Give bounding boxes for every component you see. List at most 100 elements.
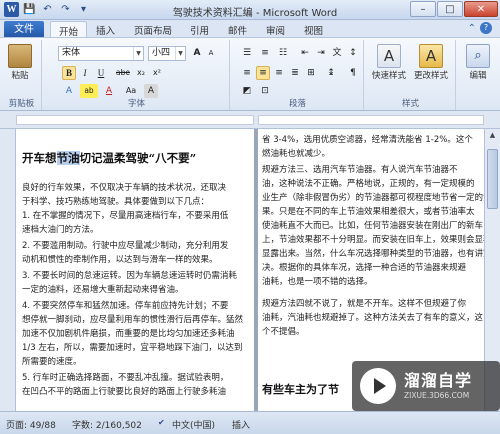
insert-mode-status[interactable]: 插入 [232,418,250,431]
tab-page-layout[interactable]: 页面布局 [134,23,172,37]
paragraph-group-label: 段落 [288,99,306,109]
tab-insert[interactable]: 插入 [96,23,115,37]
vertical-ruler[interactable] [0,129,16,411]
document-heading[interactable]: 开车想节油切记温柔驾驶“八不要” [22,150,196,166]
highlight-button[interactable]: ab [80,84,98,98]
font-group: 宋体 ▼ 小四 ▼ A A B I U abe x₂ x² A ab A Aa … [44,40,230,110]
italic-button[interactable]: I [78,66,92,80]
align-center-icon[interactable]: ≡ [256,66,270,80]
paragraph-line: 想停就一脚刹动，应尽量利用车的惯性滑行后再停车。猛然 [22,315,244,325]
text-effects-button[interactable]: A [62,84,76,98]
window-controls: – □ ✕ [410,1,498,17]
find-icon: ⌕ [466,44,490,68]
scroll-thumb[interactable] [487,149,498,209]
page-count[interactable]: 页面: 49/88 [6,418,56,431]
editing-button[interactable]: ⌕ 编辑 [466,44,490,81]
strikethrough-button[interactable]: abe [114,66,132,80]
line-spacing-icon[interactable]: ↨ [324,66,338,80]
chevron-down-icon: ▼ [133,47,143,60]
tab-mailings[interactable]: 邮件 [228,23,247,37]
document-page-left[interactable]: 开车想节油切记温柔驾驶“八不要” 良好的行车效果，不仅取决于车辆的技术状况，还取… [16,129,254,411]
borders-icon[interactable]: ⊡ [258,84,272,98]
font-name-combo[interactable]: 宋体 ▼ [58,46,144,61]
increase-indent-icon[interactable]: ⇥ [314,46,328,60]
word-window: W 💾 ↶ ↷ ▾ 驾驶技术资料汇编 - Microsoft Word – □ … [0,0,500,434]
watermark-subtitle: ZIXUE.3D66.COM [404,391,470,400]
paste-icon [8,44,32,68]
horizontal-ruler[interactable] [0,111,500,129]
tab-references[interactable]: 引用 [190,23,209,37]
selected-text[interactable]: 节油 [56,151,80,165]
align-left-icon[interactable]: ≡ [240,66,254,80]
multilevel-list-icon[interactable]: ☷ [276,46,290,60]
paragraph-line: 1/3 左右，所以，需要加速时，宜平稳地踩下油门，以达到 [22,343,243,353]
paragraph-line: 5. 行车时正确选择路面，不要乱冲乱撞。据试验表明， [22,373,229,383]
title-bar: W 💾 ↶ ↷ ▾ 驾驶技术资料汇编 - Microsoft Word – □ … [0,0,500,20]
paragraph-line: 决。根据你的具体车况，选择一种合适的节油器来规避 [262,263,467,273]
quick-access-toolbar: W 💾 ↶ ↷ ▾ [4,2,91,17]
minimize-ribbon-icon[interactable]: ⌃ [468,23,476,34]
tab-view[interactable]: 视图 [304,23,323,37]
shrink-font-icon[interactable]: A [204,46,218,60]
shading-icon[interactable]: ◩ [240,84,254,98]
justify-icon[interactable]: ≣ [288,66,302,80]
chinese-layout-icon[interactable]: 文 [330,46,344,60]
bullets-icon[interactable]: ☰ [240,46,254,60]
paragraph-group: ☰ ≡ ☷ ⇤ ⇥ 文 ↕ ≡ ≡ ≡ ≣ ⊞ ↨ ◩ ⊡ ¶ 段落 [232,40,364,110]
paragraph-line: 使油耗直不大而已。比如，任何节油器安装在刚出厂的新车 [262,221,484,231]
paragraph-line: 燃油耗也就减少。 [262,149,331,159]
change-case-button[interactable]: Aa [122,84,140,98]
save-icon[interactable]: 💾 [22,2,37,17]
status-bar: 页面: 49/88 字数: 2/160,502 ✔ 中文(中国) 插入 [0,411,500,434]
paragraph-line: 2. 不要滥用制动。行驶中应尽量减少制动，充分利用发 [22,241,229,251]
scroll-up-icon[interactable]: ▲ [487,131,498,143]
editing-label: 编辑 [469,71,487,81]
paragraph-line: 规避方法三、选用汽车节油器。有人说汽车节油器不 [262,165,458,175]
close-button[interactable]: ✕ [464,1,498,17]
quick-styles-button[interactable]: A 快速样式 [372,44,406,81]
align-right-icon[interactable]: ≡ [272,66,286,80]
watermark-logo: 溜溜自学 ZIXUE.3D66.COM [352,361,500,411]
quick-styles-icon: A [377,44,401,68]
paragraph-line: 良好的行车效果，不仅取决于车辆的技术状况，还取决 [22,183,227,193]
help-icon[interactable]: ? [480,22,492,34]
subscript-button[interactable]: x₂ [134,66,148,80]
char-shading-button[interactable]: A [144,84,158,98]
decrease-indent-icon[interactable]: ⇤ [298,46,312,60]
styles-group-label: 样式 [401,99,419,109]
superscript-button[interactable]: x² [150,66,164,80]
change-styles-button[interactable]: A 更改样式 [414,44,448,81]
change-styles-label: 更改样式 [414,71,449,81]
word-count[interactable]: 字数: 2/160,502 [72,418,142,431]
grow-font-icon[interactable]: A [190,46,204,60]
word-app-icon[interactable]: W [4,2,19,17]
right-page-heading: 有些车主为了节 [262,383,339,396]
minimize-button[interactable]: – [410,1,436,17]
styles-group: A 快速样式 A 更改样式 样式 [366,40,456,110]
underline-button[interactable]: U [94,66,108,80]
font-size-value: 小四 [152,48,171,58]
undo-icon[interactable]: ↶ [40,2,55,17]
maximize-button[interactable]: □ [437,1,463,17]
font-size-combo[interactable]: 小四 ▼ [148,46,186,61]
numbering-icon[interactable]: ≡ [258,46,272,60]
show-marks-icon[interactable]: ¶ [346,66,360,80]
tab-review[interactable]: 审阅 [266,23,285,37]
paragraph-line: 果。只是在不同的车上节油效果相差很大，或者节油率太 [262,207,475,217]
paragraph-line: 上，节油效果都不十分明显。而安装在旧车上，效果则会显著 [262,235,484,245]
change-styles-icon: A [419,44,443,68]
customize-qat-icon[interactable]: ▾ [76,2,91,17]
paragraph-line: 3. 不要长时间的怠速运转。因为车辆怠速运转时仍需消耗 [22,271,237,281]
distributed-icon[interactable]: ⊞ [304,66,318,80]
paste-label: 粘贴 [11,71,29,81]
font-color-button[interactable]: A [102,84,116,98]
paste-button[interactable]: 粘贴 [8,44,32,81]
proofing-icon[interactable]: ✔ [158,418,165,427]
language-status[interactable]: 中文(中国) [172,418,215,431]
heading-part-3: 切记温柔驾驶“八不要” [79,151,197,165]
bold-button[interactable]: B [62,66,76,80]
redo-icon[interactable]: ↷ [58,2,73,17]
tab-file[interactable]: 文件 [4,21,44,38]
ruler-left-page [16,115,254,125]
sort-icon[interactable]: ↕ [346,46,360,60]
